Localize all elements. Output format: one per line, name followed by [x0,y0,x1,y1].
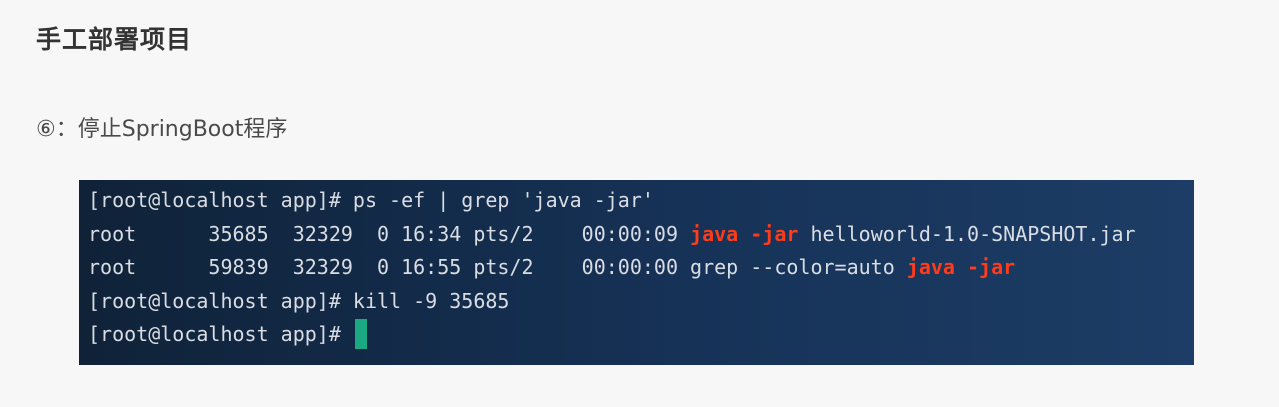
terminal-line-4: [root@localhost app]# kill -9 35685 [88,285,1194,319]
shell-prompt: [root@localhost app]# [88,288,353,313]
terminal-line-3: root 59839 32329 0 16:55 pts/2 00:00:00 … [88,251,1194,285]
terminal-window[interactable]: [root@localhost app]# ps -ef | grep 'jav… [79,180,1194,365]
separator [738,222,750,246]
process-info: root 35685 32329 0 16:34 pts/2 00:00:09 [88,221,691,246]
separator [955,255,967,279]
command-text: ps -ef | grep 'java -jar' [352,188,654,212]
step-description: ⑥：停止SpringBoot程序 [36,117,288,142]
process-args: helloworld-1.0-SNAPSHOT.jar [798,221,1136,246]
grep-match-jar: -jar [750,221,799,246]
shell-prompt: [root@localhost app]# [88,188,353,212]
terminal-line-2: root 35685 32329 0 16:34 pts/2 00:00:09 … [88,218,1194,252]
page-title: 手工部署项目 [36,25,193,54]
grep-match-jar: -jar [967,255,1016,280]
grep-match-java: java [906,255,955,280]
terminal-line-5[interactable]: [root@localhost app]# [88,318,1194,352]
terminal-line-1: [root@localhost app]# ps -ef | grep 'jav… [88,184,1194,218]
shell-prompt: [root@localhost app]# [88,322,353,347]
terminal-cursor[interactable] [354,318,367,349]
process-info: root 59839 32329 0 16:55 pts/2 00:00:00 … [88,255,907,280]
grep-match-java: java [690,221,739,246]
command-text: kill -9 35685 [352,288,510,313]
